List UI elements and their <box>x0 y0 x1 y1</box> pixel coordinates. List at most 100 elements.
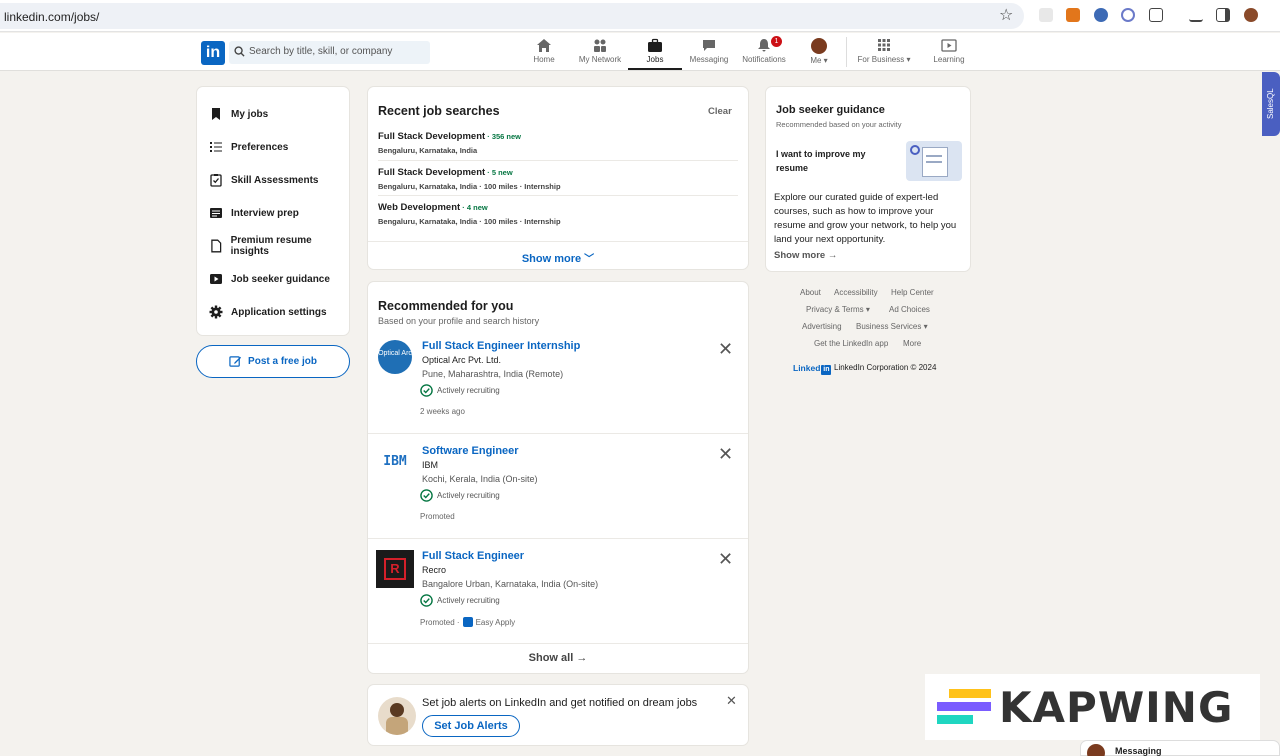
close-icon[interactable]: ✕ <box>726 693 737 709</box>
recommended-subtitle: Based on your profile and search history <box>378 316 540 326</box>
dismiss-job-close-icon[interactable]: ✕ <box>718 445 733 463</box>
sidebar-item-preferences[interactable]: Preferences <box>209 138 288 156</box>
profile-avatar-icon[interactable] <box>1244 8 1258 22</box>
company-logo-text: Optical Arc <box>378 350 412 357</box>
search-input[interactable]: Search by title, skill, or company <box>229 41 430 64</box>
dismiss-job-close-icon[interactable]: ✕ <box>718 550 733 568</box>
nav-messaging[interactable]: Messaging <box>686 36 732 70</box>
recommended-card: Recommended for you Based on your profil… <box>367 281 749 674</box>
extension-globe-icon[interactable] <box>1094 8 1108 22</box>
download-icon[interactable] <box>1189 8 1203 22</box>
kapwing-logo-mark <box>937 687 991 727</box>
footer-link-privacy-terms[interactable]: Privacy & Terms ▾ <box>806 305 870 314</box>
url-text: linkedin.com/jobs/ <box>4 10 100 24</box>
guidance-card: Job seeker guidance Recommended based on… <box>765 86 971 272</box>
job-title-link[interactable]: Software Engineer <box>422 445 519 457</box>
sidebar-item-my-jobs[interactable]: My jobs <box>209 105 268 123</box>
messaging-overlay[interactable]: Messaging <box>1080 740 1280 756</box>
company-logo: IBM <box>378 445 412 479</box>
extension-circle-icon[interactable] <box>1121 8 1135 22</box>
extension-icon[interactable] <box>1039 8 1053 22</box>
divider <box>368 241 748 242</box>
nav-notifications[interactable]: 1 Notifications <box>738 36 790 70</box>
side-panel-icon[interactable] <box>1216 8 1230 22</box>
notepad-icon <box>210 208 222 218</box>
extensions-puzzle-icon[interactable] <box>1149 8 1163 22</box>
address-bar[interactable]: linkedin.com/jobs/ <box>0 3 1024 29</box>
metamask-icon[interactable] <box>1066 8 1080 22</box>
footer-link-more[interactable]: More <box>903 339 921 348</box>
nav-learning-label: Learning <box>933 55 965 64</box>
footer-link-business-services[interactable]: Business Services ▾ <box>856 322 928 331</box>
nav-learning[interactable]: Learning <box>928 36 970 70</box>
bookmark-star-icon[interactable]: ☆ <box>999 5 1013 25</box>
linkedin-navbar: in Search by title, skill, or company Ho… <box>0 33 1280 71</box>
kapwing-watermark: KAPWING <box>925 674 1260 740</box>
nav-jobs-label: Jobs <box>646 55 664 64</box>
job-location: Pune, Maharashtra, India (Remote) <box>422 369 564 379</box>
browser-toolbar: linkedin.com/jobs/ ☆ <box>0 0 1280 32</box>
show-more-label: Show more <box>521 253 582 265</box>
new-count: · 4 new <box>460 203 488 212</box>
job-title-link[interactable]: Full Stack Engineer <box>422 550 524 562</box>
footer-linkedin-logo: Linked in <box>793 363 832 375</box>
easy-apply-label: Easy Apply <box>475 617 516 627</box>
divider <box>368 538 748 539</box>
job-posted-time: 2 weeks ago <box>420 407 465 416</box>
dismiss-job-close-icon[interactable]: ✕ <box>718 340 733 358</box>
learning-icon <box>941 39 957 52</box>
nav-me[interactable]: Me ▾ <box>803 36 835 70</box>
job-meta: Promoted · Easy Apply <box>420 617 515 627</box>
salesql-extension-tab[interactable]: SalesQL <box>1262 72 1280 136</box>
sidebar-item-application-settings[interactable]: Application settings <box>209 303 327 321</box>
job-location: Kochi, Kerala, India (On-site) <box>422 474 538 484</box>
check-circle-icon <box>420 384 433 397</box>
search-placeholder: Search by title, skill, or company <box>249 46 393 57</box>
post-free-job-button[interactable]: Post a free job <box>196 345 350 378</box>
recent-search-item[interactable]: Full Stack Development · 356 new Bengalu… <box>378 131 738 155</box>
show-more-button[interactable]: Show more ﹀ <box>368 250 748 265</box>
resume-illustration <box>906 141 962 181</box>
messaging-label: Messaging <box>1115 746 1162 756</box>
nav-jobs[interactable]: Jobs <box>628 36 682 70</box>
recent-search-item[interactable]: Full Stack Development · 5 new Bengaluru… <box>378 167 738 191</box>
sidebar-item-premium-resume[interactable]: Premium resume insights <box>209 235 349 257</box>
recruiting-status: Actively recruiting <box>420 594 500 607</box>
kapwing-text: KAPWING <box>999 682 1234 732</box>
set-job-alerts-button[interactable]: Set Job Alerts <box>422 715 520 737</box>
nav-for-business[interactable]: For Business ▾ <box>852 36 916 70</box>
job-card[interactable]: IBM Software Engineer IBM Kochi, Kerala,… <box>368 437 748 542</box>
company-logo: Optical Arc <box>378 340 412 374</box>
job-title-link[interactable]: Full Stack Engineer Internship <box>422 340 580 352</box>
sidebar-item-job-seeker-guidance[interactable]: Job seeker guidance <box>209 270 330 288</box>
footer-link-help-center[interactable]: Help Center <box>891 288 934 297</box>
guidance-headline: I want to improve my resume <box>776 149 866 173</box>
nav-for-business-label: For Business ▾ <box>857 55 911 64</box>
nav-my-network[interactable]: My Network <box>573 36 627 70</box>
sidebar-item-interview-prep[interactable]: Interview prep <box>209 204 299 222</box>
messaging-avatar <box>1087 744 1105 756</box>
jobs-sidebar: My jobs Preferences Skill Assessments In… <box>196 86 350 336</box>
document-icon <box>211 239 222 253</box>
recent-search-location: Bengaluru, Karnataka, India · 100 miles … <box>378 217 561 226</box>
clear-button[interactable]: Clear <box>708 106 732 117</box>
job-card[interactable]: Optical Arc Full Stack Engineer Internsh… <box>368 332 748 437</box>
show-all-button[interactable]: Show all → <box>368 652 748 664</box>
company-logo: R <box>376 550 414 588</box>
footer-link-get-app[interactable]: Get the LinkedIn app <box>814 339 888 348</box>
divider <box>368 643 748 644</box>
footer-link-about[interactable]: About <box>800 288 821 297</box>
footer-link-advertising[interactable]: Advertising <box>802 322 842 331</box>
guidance-show-more-button[interactable]: Show more → <box>774 250 837 261</box>
nav-home[interactable]: Home <box>527 36 561 70</box>
messaging-icon <box>703 40 715 51</box>
briefcase-icon <box>648 38 662 52</box>
job-card[interactable]: R Full Stack Engineer Recro Bangalore Ur… <box>368 542 748 647</box>
recent-search-item[interactable]: Web Development · 4 new Bengaluru, Karna… <box>378 202 738 226</box>
footer-link-accessibility[interactable]: Accessibility <box>834 288 878 297</box>
footer-brand: Linked <box>793 363 821 373</box>
sidebar-item-skill-assessments[interactable]: Skill Assessments <box>209 171 318 189</box>
recruiting-status-label: Actively recruiting <box>437 596 500 605</box>
footer-link-ad-choices[interactable]: Ad Choices <box>889 305 930 314</box>
linkedin-logo[interactable]: in <box>201 41 225 65</box>
